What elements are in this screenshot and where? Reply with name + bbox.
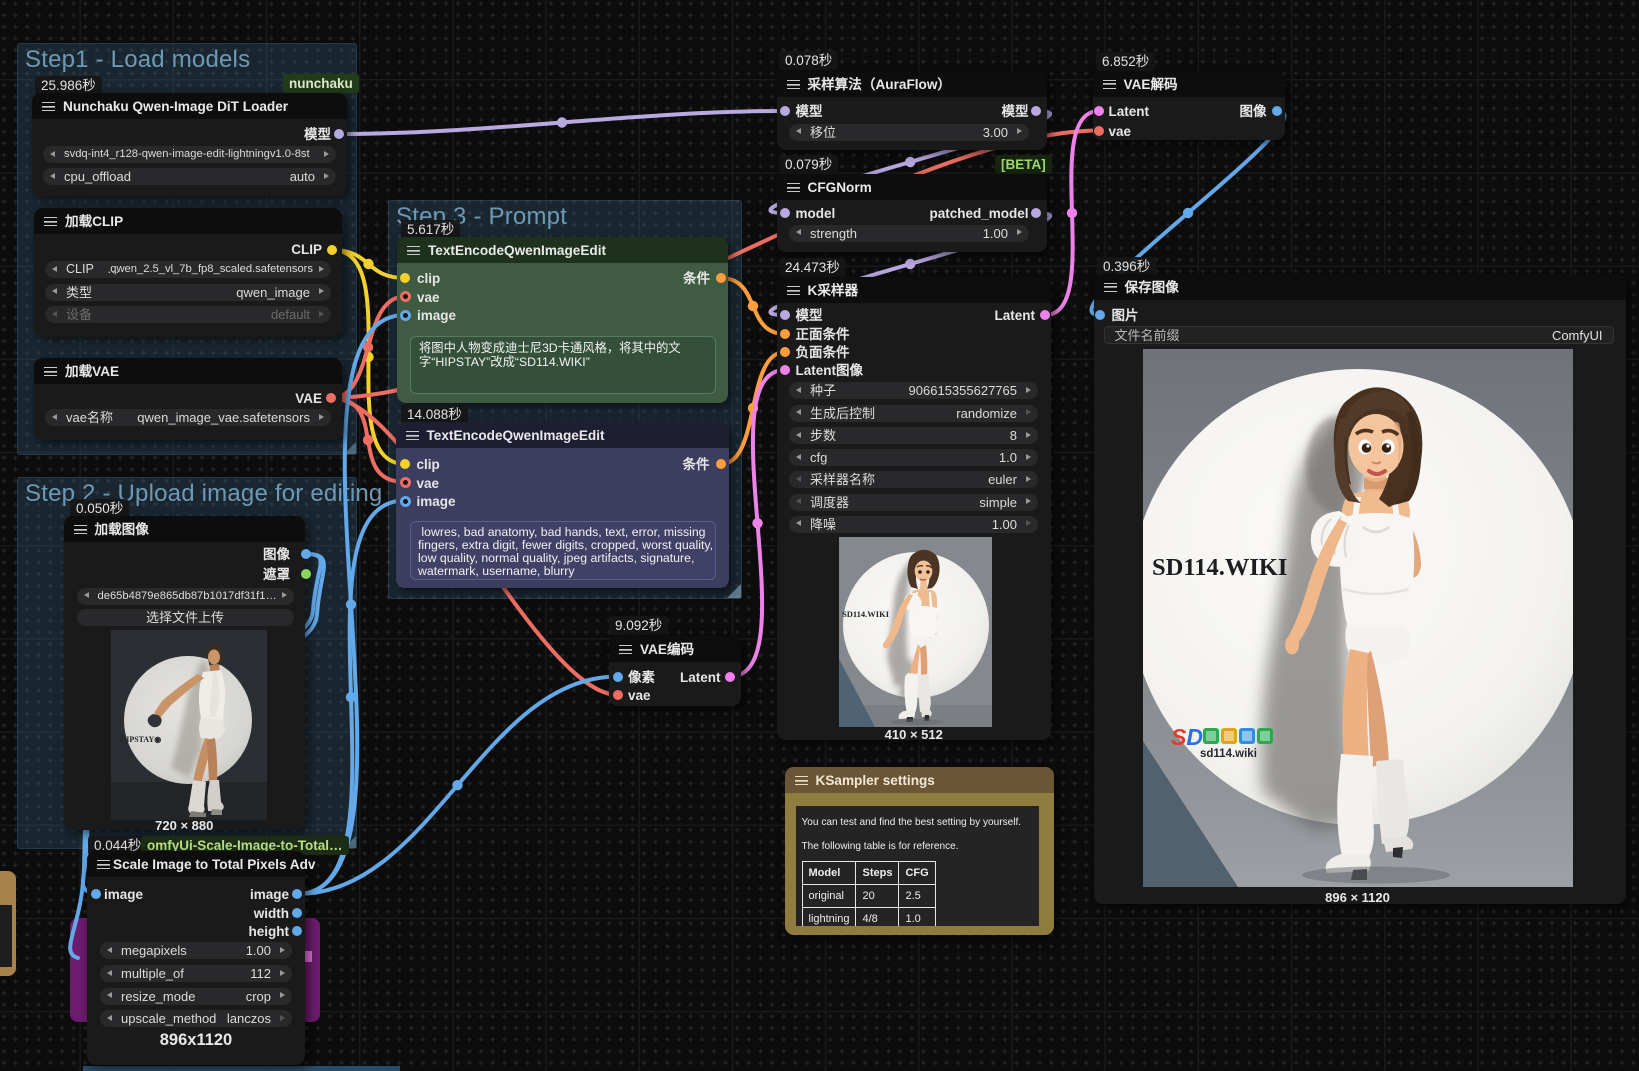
svg-text:HIPSTAY◉: HIPSTAY◉ bbox=[120, 735, 161, 744]
svg-text:SD: SD bbox=[1171, 724, 1203, 750]
svg-text:SD114.WIKI: SD114.WIKI bbox=[1152, 554, 1287, 581]
svg-text:sd114.wiki: sd114.wiki bbox=[1200, 748, 1257, 760]
svg-text:SD114.WIKI: SD114.WIKI bbox=[842, 609, 890, 619]
